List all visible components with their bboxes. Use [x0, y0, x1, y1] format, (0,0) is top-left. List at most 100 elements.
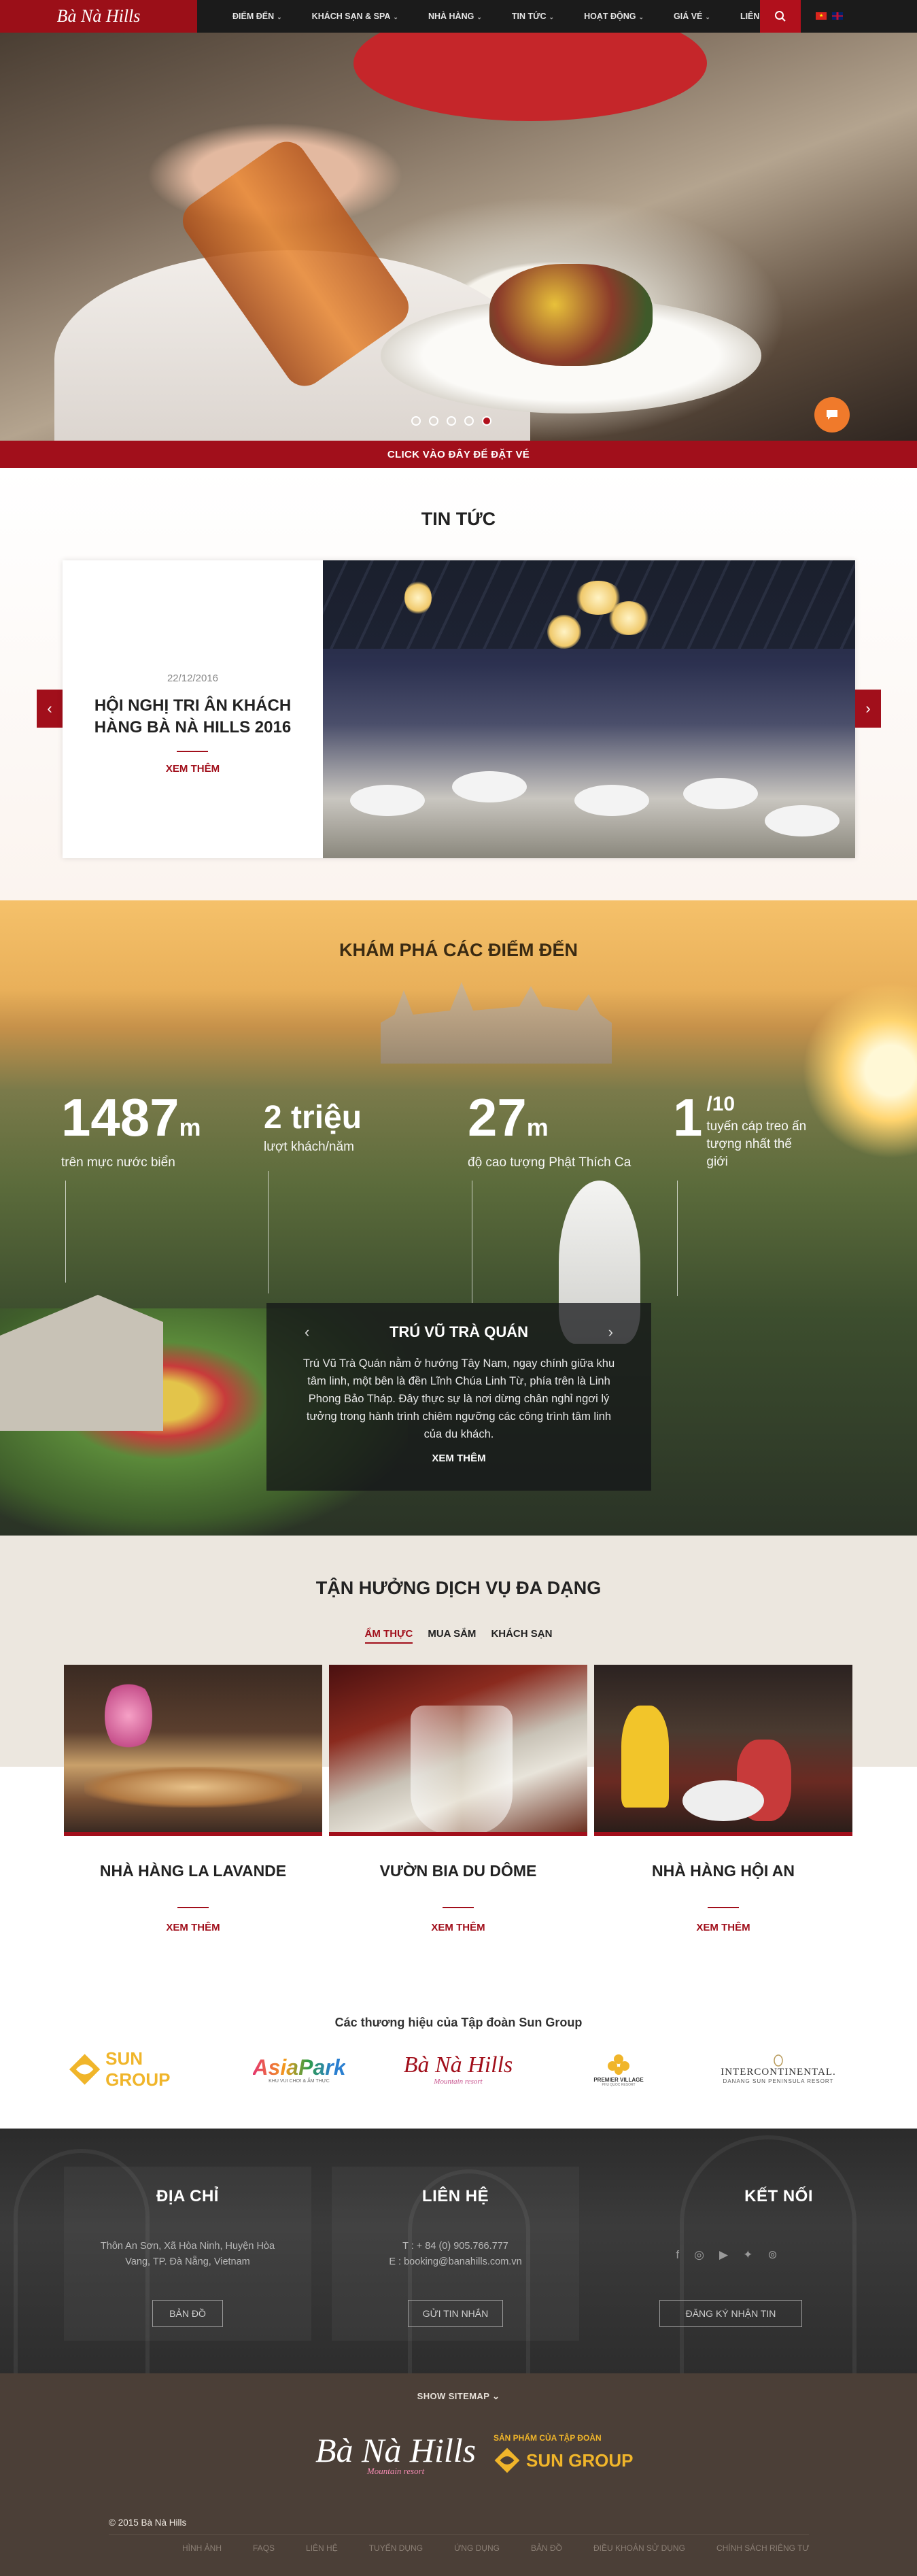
slider-dot-active[interactable] — [482, 416, 491, 426]
discover-section: KHÁM PHÁ CÁC ĐIỂM ĐẾN 1487m trên mực nướ… — [0, 900, 917, 1536]
youtube-icon[interactable]: ▶ — [719, 2248, 728, 2262]
photo-chandelier — [547, 615, 581, 649]
tripadvisor-icon[interactable]: ⊚ — [767, 2248, 777, 2262]
photo-table — [350, 785, 425, 816]
brand-logo-asiapark[interactable]: AsiaPark KHU VUI CHƠI & ẨM THỰC — [252, 2046, 347, 2093]
brands-title: Các thương hiệu của Tập đoàn Sun Group — [334, 2016, 583, 2029]
menu-item-tin-tuc[interactable]: TIN TỨC ⌄ — [497, 12, 569, 21]
stat-altitude: 1487m trên mực nước biển — [61, 1091, 201, 1172]
service-image[interactable] — [64, 1665, 322, 1836]
service-image[interactable] — [594, 1665, 852, 1836]
footer-link-ban-do[interactable]: BẢN ĐỒ — [531, 2543, 562, 2553]
discover-bg-sun — [802, 982, 917, 1159]
menu-item-nha-hang[interactable]: NHÀ HÀNG ⌄ — [413, 12, 497, 21]
stat-unit: m — [179, 1113, 201, 1141]
brands-section: Các thương hiệu của Tập đoàn Sun Group S… — [0, 2016, 917, 2129]
slider-dot[interactable] — [464, 416, 474, 426]
map-button[interactable]: BẢN ĐỒ — [152, 2300, 223, 2327]
footer-contact-text: T : + 84 (0) 905.766.777 E : booking@ban… — [345, 2239, 566, 2270]
menu-item-khach-san-spa[interactable]: KHÁCH SẠN & SPA ⌄ — [297, 12, 413, 21]
bottom-bar: SHOW SITEMAP ⌄ Bà Nà Hills Mountain reso… — [0, 2373, 917, 2576]
footer-link-tuyen-dung[interactable]: TUYỂN DỤNG — [369, 2543, 423, 2553]
divider — [177, 751, 208, 752]
menu-item-diem-den[interactable]: ĐIỂM ĐẾN ⌄ — [218, 12, 297, 21]
slider-dot[interactable] — [447, 416, 456, 426]
footer-contact: LIÊN HỆ T : + 84 (0) 905.766.777 E : boo… — [332, 2167, 579, 2341]
subscribe-button[interactable]: ĐĂNG KÝ NHẬN TIN — [659, 2300, 802, 2327]
footer-link-chinh-sach[interactable]: CHÍNH SÁCH RIÊNG TƯ — [716, 2543, 810, 2553]
footer-sungroup[interactable]: SẢN PHẨM CỦA TẬP ĐOÀN SUN GROUP — [494, 2433, 633, 2474]
stat-line — [268, 1171, 269, 1293]
photo-chandelier — [608, 601, 649, 635]
news-headline[interactable]: HỘI NGHỊ TRI ÂN KHÁCH HÀNG BÀ NÀ HILLS 2… — [76, 695, 309, 739]
chevron-right-icon: › — [865, 700, 871, 717]
booking-bar[interactable]: CLICK VÀO ĐÂY ĐỂ ĐẶT VÉ — [0, 441, 917, 468]
photo-table — [683, 778, 758, 809]
brand-name: SUN GROUP — [105, 2048, 171, 2090]
instagram-icon[interactable]: ◎ — [694, 2248, 704, 2262]
news-photo[interactable] — [323, 560, 855, 858]
english-flag-icon[interactable] — [832, 12, 843, 20]
divider — [708, 1907, 739, 1908]
copyright: © 2015 Bà Nà Hills — [109, 2518, 187, 2528]
footer-link-ung-dung[interactable]: ỨNG DỤNG — [454, 2543, 500, 2553]
vietnamese-flag-icon[interactable]: ★ — [816, 12, 827, 20]
services-tabs: ẨM THỰC MUA SẮM KHÁCH SẠN — [0, 1628, 917, 1644]
chevron-down-icon: ⌄ — [393, 14, 398, 20]
tab-khach-san[interactable]: KHÁCH SẠN — [491, 1628, 552, 1644]
brand-logo-premier-village[interactable]: PREMIER VILLAGE PHU QUOC RESORT — [586, 2046, 651, 2093]
search-icon — [775, 11, 786, 22]
slider-dot[interactable] — [411, 416, 421, 426]
panel-next-button[interactable]: › — [608, 1323, 613, 1341]
footer-link-faqs[interactable]: FAQS — [253, 2543, 275, 2553]
menu-item-gia-ve[interactable]: GIÁ VÉ ⌄ — [659, 12, 725, 21]
chat-button[interactable] — [814, 397, 850, 433]
footer-address-title: ĐỊA CHỈ — [156, 2187, 219, 2205]
service-name: VƯỜN BIA DU DÔME — [379, 1862, 537, 1880]
brand-logo-sungroup[interactable]: SUN GROUP — [68, 2046, 211, 2093]
twitter-icon[interactable]: ✦ — [743, 2248, 752, 2262]
search-button[interactable] — [760, 0, 801, 33]
service-read-more-link[interactable]: XEM THÊM — [64, 1922, 322, 1933]
photo-table — [574, 785, 649, 816]
chat-icon — [827, 410, 837, 420]
site-logo[interactable]: Bà Nà Hills — [0, 0, 197, 33]
service-card: NHÀ HÀNG LA LAVANDE XEM THÊM — [64, 1665, 322, 1957]
brand-logo-banahills[interactable]: Bà Nà Hills Mountain resort — [385, 2046, 532, 2093]
news-next-button[interactable]: › — [855, 690, 881, 728]
destination-read-more-link[interactable]: XEM THÊM — [266, 1453, 651, 1464]
news-read-more-link[interactable]: XEM THÊM — [63, 763, 323, 775]
intercontinental-logo-icon — [774, 2054, 783, 2067]
divider — [109, 2534, 809, 2535]
slider-dot[interactable] — [429, 416, 438, 426]
asiapark-logo-text: AsiaPark — [253, 2056, 346, 2079]
footer-link-lien-he[interactable]: LIÊN HỆ — [306, 2543, 338, 2553]
service-card: VƯỜN BIA DU DÔME XEM THÊM — [329, 1665, 587, 1957]
stat-label: lượt khách/năm — [264, 1140, 354, 1154]
sitemap-label: SHOW SITEMAP — [417, 2391, 490, 2401]
facebook-icon[interactable]: f — [676, 2248, 679, 2262]
sungroup-label: SUN GROUP — [526, 2450, 634, 2471]
news-prev-button[interactable]: ‹ — [37, 690, 63, 728]
brand-tagline: DANANG SUN PENINSULA RESORT — [723, 2078, 834, 2084]
stat-value: 1 — [673, 1087, 703, 1147]
stat-line — [677, 1181, 678, 1296]
chevron-down-icon: ⌄ — [638, 14, 644, 20]
flower-logo-icon — [608, 2054, 629, 2075]
footer-logo[interactable]: Bà Nà Hills Mountain resort — [315, 2430, 476, 2477]
service-read-more-link[interactable]: XEM THÊM — [329, 1922, 587, 1933]
stat-unit: m — [526, 1113, 549, 1141]
brand-logo-intercontinental[interactable]: INTERCONTINENTAL. DANANG SUN PENINSULA R… — [707, 2046, 850, 2093]
stat-line — [65, 1181, 66, 1283]
footer-link-dieu-khoan[interactable]: ĐIỀU KHOẢN SỬ DỤNG — [593, 2543, 685, 2553]
menu-item-hoat-dong[interactable]: HOẠT ĐỘNG ⌄ — [569, 12, 659, 21]
send-message-button[interactable]: GỬI TIN NHẮN — [408, 2300, 503, 2327]
service-image[interactable] — [329, 1665, 587, 1836]
footer-link-hinh-anh[interactable]: HÌNH ẢNH — [182, 2543, 222, 2553]
show-sitemap-toggle[interactable]: SHOW SITEMAP ⌄ — [0, 2391, 917, 2402]
stat-statue: 27m độ cao tượng Phật Thích Ca — [468, 1091, 631, 1172]
service-read-more-link[interactable]: XEM THÊM — [594, 1922, 852, 1933]
footer-email[interactable]: E : booking@banahills.com.vn — [345, 2254, 566, 2270]
tab-mua-sam[interactable]: MUA SẮM — [428, 1628, 476, 1644]
tab-am-thuc[interactable]: ẨM THỰC — [364, 1628, 413, 1644]
